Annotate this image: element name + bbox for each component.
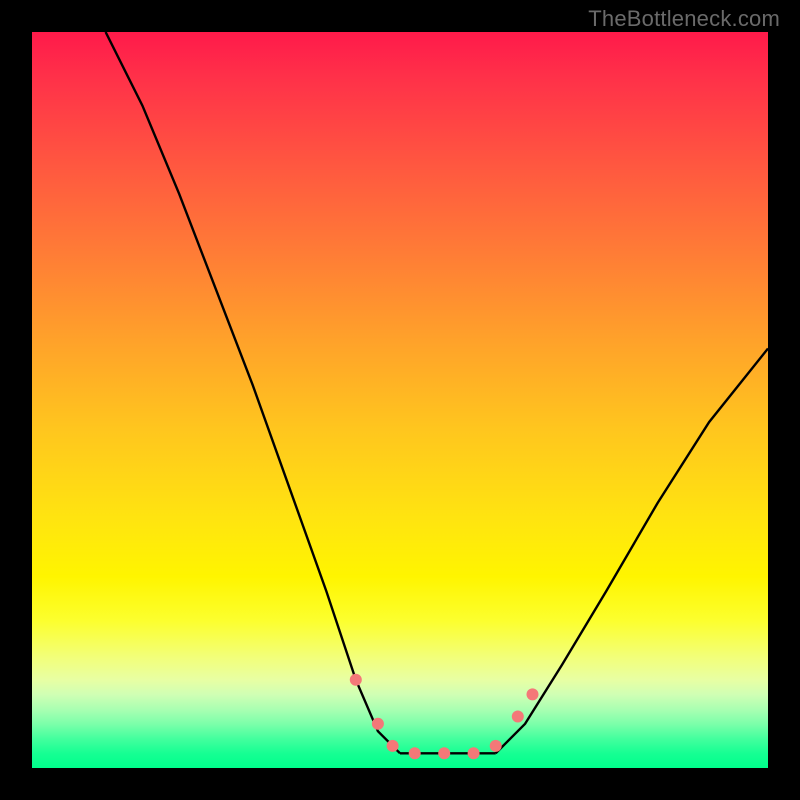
marker-point [512,711,524,723]
markers-group [350,674,539,760]
watermark-label: TheBottleneck.com [588,6,780,32]
chart-frame: TheBottleneck.com [0,0,800,800]
curve-svg [32,32,768,768]
marker-point [372,718,384,730]
marker-point [350,674,362,686]
curve-group [106,32,768,753]
marker-point [387,740,399,752]
marker-point [527,688,539,700]
curve-left [106,32,400,753]
marker-point [438,747,450,759]
marker-point [409,747,421,759]
marker-point [490,740,502,752]
plot-area [32,32,768,768]
marker-point [468,747,480,759]
